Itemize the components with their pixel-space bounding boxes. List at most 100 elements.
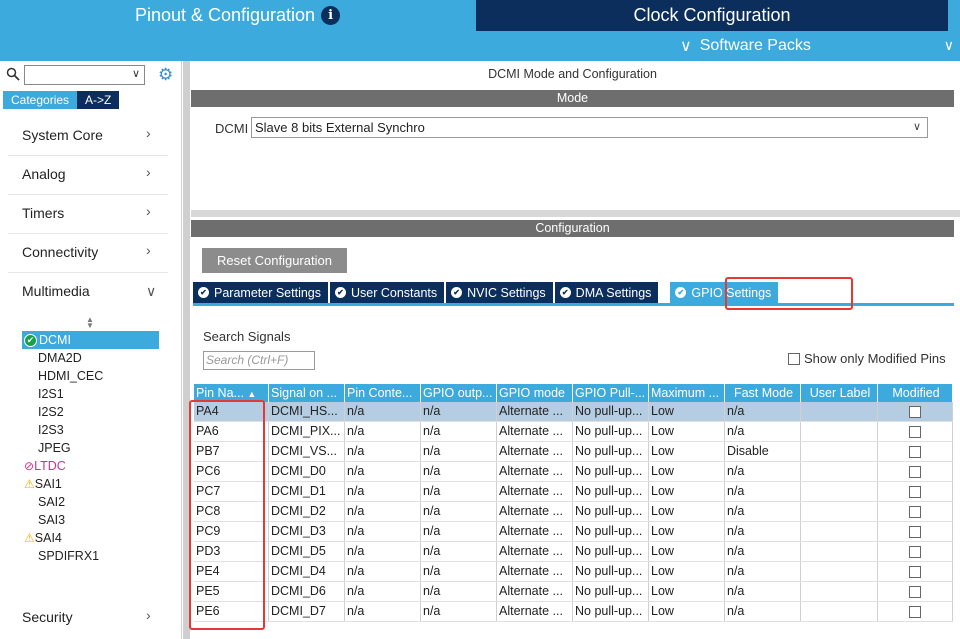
cell-pin-context[interactable]: n/a	[345, 462, 421, 481]
column-header-user-label[interactable]: User Label	[801, 384, 878, 402]
column-header-pin-context[interactable]: Pin Conte...	[345, 384, 421, 402]
cell-maximum-speed[interactable]: Low	[649, 402, 725, 421]
cell-gpio-mode[interactable]: Alternate ...	[497, 602, 573, 621]
chevron-down-icon[interactable]: ∨	[132, 67, 140, 80]
peripheral-sai1[interactable]: ⚠SAI1	[24, 477, 62, 491]
cell-signal[interactable]: DCMI_D2	[269, 502, 345, 521]
cell-gpio-output[interactable]: n/a	[421, 562, 497, 581]
table-row[interactable]: PD3 DCMI_D5 n/a n/a Alternate ... No pull-up.…	[194, 542, 953, 562]
tab-pinout-configuration[interactable]: Pinout & Configuration i	[0, 0, 475, 31]
cell-maximum-speed[interactable]: Low	[649, 502, 725, 521]
section-splitter[interactable]	[191, 210, 960, 217]
cell-gpio-mode[interactable]: Alternate ...	[497, 582, 573, 601]
table-row[interactable]: PC9 DCMI_D3 n/a n/a Alternate ... No pull-up.…	[194, 522, 953, 542]
cell-maximum-speed[interactable]: Low	[649, 562, 725, 581]
modified-checkbox[interactable]	[909, 425, 921, 438]
peripheral-dcmi[interactable]: ✔ DCMI	[22, 331, 159, 349]
cell-pin-context[interactable]: n/a	[345, 542, 421, 561]
cell-gpio-mode[interactable]: Alternate ...	[497, 522, 573, 541]
cell-gpio-pull[interactable]: No pull-up...	[573, 602, 649, 621]
tab-parameter-settings[interactable]: ✔ Parameter Settings	[193, 282, 328, 303]
cell-signal[interactable]: DCMI_VS...	[269, 442, 345, 461]
tab-dma-settings[interactable]: ✔ DMA Settings	[554, 282, 659, 303]
chevron-right-icon[interactable]: ›	[146, 125, 151, 141]
cell-fast-mode[interactable]: n/a	[725, 422, 801, 441]
chevron-down-icon[interactable]: ∨	[913, 120, 921, 133]
cell-fast-mode[interactable]: n/a	[725, 562, 801, 581]
cell-pin-context[interactable]: n/a	[345, 602, 421, 621]
modified-checkbox[interactable]	[909, 405, 921, 418]
cell-gpio-pull[interactable]: No pull-up...	[573, 562, 649, 581]
chevron-right-icon[interactable]: ›	[146, 203, 151, 219]
cell-pin-context[interactable]: n/a	[345, 562, 421, 581]
cell-fast-mode[interactable]: n/a	[725, 402, 801, 421]
cell-gpio-output[interactable]: n/a	[421, 482, 497, 501]
collapse-chevron-icon[interactable]: ∨	[944, 37, 954, 54]
column-header-maximum-speed[interactable]: Maximum ...	[649, 384, 725, 402]
table-row[interactable]: PC7 DCMI_D1 n/a n/a Alternate ... No pull-up.…	[194, 482, 953, 502]
peripheral-sai2[interactable]: SAI2	[38, 495, 65, 509]
category-connectivity[interactable]: Connectivity	[22, 244, 98, 260]
cell-gpio-output[interactable]: n/a	[421, 422, 497, 441]
search-signals-input[interactable]: Search (Ctrl+F)	[203, 351, 315, 370]
checkbox[interactable]	[788, 352, 800, 365]
cell-signal[interactable]: DCMI_D7	[269, 602, 345, 621]
peripheral-ltdc[interactable]: ⊘LTDC	[24, 459, 66, 473]
peripheral-i2s3[interactable]: I2S3	[38, 423, 64, 437]
chevron-down-icon[interactable]: ∨	[146, 283, 156, 300]
cell-pin-context[interactable]: n/a	[345, 402, 421, 421]
cell-signal[interactable]: DCMI_D4	[269, 562, 345, 581]
cell-maximum-speed[interactable]: Low	[649, 542, 725, 561]
cell-maximum-speed[interactable]: Low	[649, 522, 725, 541]
table-row[interactable]: PE5 DCMI_D6 n/a n/a Alternate ... No pull-up.…	[194, 582, 953, 602]
cell-signal[interactable]: DCMI_D3	[269, 522, 345, 541]
peripheral-i2s1[interactable]: I2S1	[38, 387, 64, 401]
mode-select[interactable]: Slave 8 bits External Synchro ∨	[251, 117, 928, 138]
search-combo-input[interactable]: ∨	[24, 65, 145, 85]
cell-user-label[interactable]	[801, 562, 878, 581]
cell-maximum-speed[interactable]: Low	[649, 602, 725, 621]
column-header-signal[interactable]: Signal on ...	[269, 384, 345, 402]
peripheral-sai4[interactable]: ⚠SAI4	[24, 531, 62, 545]
cell-pin-context[interactable]: n/a	[345, 482, 421, 501]
cell-user-label[interactable]	[801, 462, 878, 481]
cell-gpio-output[interactable]: n/a	[421, 542, 497, 561]
cell-gpio-pull[interactable]: No pull-up...	[573, 582, 649, 601]
table-row[interactable]: PB7 DCMI_VS... n/a n/a Alternate ... No pull-…	[194, 442, 953, 462]
cell-fast-mode[interactable]: n/a	[725, 602, 801, 621]
cell-user-label[interactable]	[801, 442, 878, 461]
cell-gpio-pull[interactable]: No pull-up...	[573, 502, 649, 521]
cell-gpio-mode[interactable]: Alternate ...	[497, 462, 573, 481]
cell-signal[interactable]: DCMI_D6	[269, 582, 345, 601]
cell-gpio-mode[interactable]: Alternate ...	[497, 542, 573, 561]
cell-gpio-mode[interactable]: Alternate ...	[497, 422, 573, 441]
modified-checkbox[interactable]	[909, 565, 921, 578]
cell-fast-mode[interactable]: n/a	[725, 502, 801, 521]
cell-gpio-mode[interactable]: Alternate ...	[497, 402, 573, 421]
peripheral-spdifrx1[interactable]: SPDIFRX1	[38, 549, 99, 563]
cell-user-label[interactable]	[801, 422, 878, 441]
cell-fast-mode[interactable]: n/a	[725, 522, 801, 541]
cell-fast-mode[interactable]: Disable	[725, 442, 801, 461]
chevron-right-icon[interactable]: ›	[146, 242, 151, 258]
info-icon[interactable]: i	[321, 6, 341, 25]
chevron-right-icon[interactable]: ›	[146, 164, 151, 180]
modified-checkbox[interactable]	[909, 585, 921, 598]
peripheral-dma2d[interactable]: DMA2D	[38, 351, 82, 365]
cell-gpio-pull[interactable]: No pull-up...	[573, 462, 649, 481]
modified-checkbox[interactable]	[909, 545, 921, 558]
cell-gpio-pull[interactable]: No pull-up...	[573, 522, 649, 541]
cell-user-label[interactable]	[801, 502, 878, 521]
table-row[interactable]: PC6 DCMI_D0 n/a n/a Alternate ... No pull-up.…	[194, 462, 953, 482]
column-header-gpio-output[interactable]: GPIO outp...	[421, 384, 497, 402]
category-analog[interactable]: Analog	[22, 166, 66, 182]
cell-signal[interactable]: DCMI_HS...	[269, 402, 345, 421]
table-row[interactable]: PC8 DCMI_D2 n/a n/a Alternate ... No pull-up.…	[194, 502, 953, 522]
peripheral-i2s2[interactable]: I2S2	[38, 405, 64, 419]
cell-gpio-mode[interactable]: Alternate ...	[497, 482, 573, 501]
show-only-modified-toggle[interactable]: Show only Modified Pins	[788, 351, 946, 366]
modified-checkbox[interactable]	[909, 505, 921, 518]
cell-user-label[interactable]	[801, 602, 878, 621]
cell-gpio-mode[interactable]: Alternate ...	[497, 442, 573, 461]
cell-maximum-speed[interactable]: Low	[649, 582, 725, 601]
